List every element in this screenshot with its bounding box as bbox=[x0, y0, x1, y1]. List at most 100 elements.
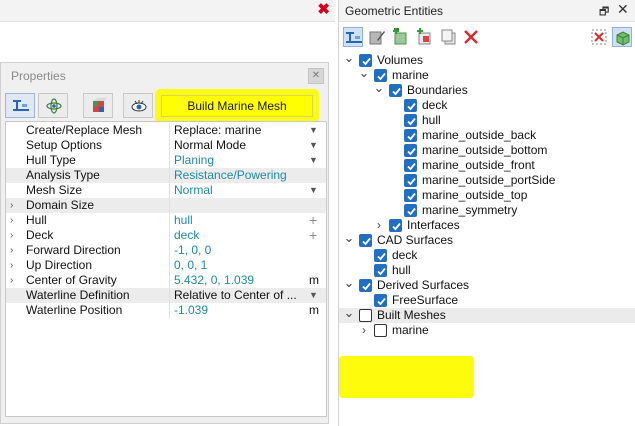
property-value[interactable]: deck bbox=[174, 228, 298, 243]
tree-item-hull[interactable]: hull bbox=[339, 113, 635, 128]
tree-item-marine-symmetry[interactable]: marine_symmetry bbox=[339, 203, 635, 218]
tab-view[interactable] bbox=[123, 93, 153, 118]
property-value[interactable]: hull bbox=[174, 213, 298, 228]
property-row-setup-options[interactable]: Setup Options Normal Mode ▼ bbox=[6, 138, 326, 153]
property-value[interactable]: Resistance/Powering bbox=[174, 168, 298, 183]
property-row-forward-direction[interactable]: › Forward Direction -1, 0, 0 bbox=[6, 243, 326, 258]
visibility-checkbox[interactable] bbox=[374, 249, 387, 262]
property-row-analysis-type[interactable]: Analysis Type Resistance/Powering bbox=[6, 168, 326, 183]
tree-item-cad-surfaces[interactable]: ⌄ CAD Surfaces bbox=[339, 231, 635, 248]
add-green-button[interactable] bbox=[391, 27, 411, 47]
dropdown-arrow-icon[interactable]: ▼ bbox=[309, 290, 318, 300]
tree-item-marine-outside-front[interactable]: marine_outside_front bbox=[339, 158, 635, 173]
visibility-checkbox[interactable] bbox=[359, 309, 372, 322]
add-red-button[interactable] bbox=[415, 27, 435, 47]
property-row-waterline-position[interactable]: Waterline Position -1.039 m bbox=[6, 303, 326, 318]
visibility-checkbox[interactable] bbox=[404, 204, 417, 217]
tree-item-volumes[interactable]: ⌄ Volumes bbox=[339, 51, 635, 68]
expand-chevron-icon[interactable]: › bbox=[10, 213, 13, 228]
collapse-chevron-icon[interactable]: ⌄ bbox=[343, 51, 355, 64]
tab-properties[interactable] bbox=[5, 93, 35, 118]
property-value[interactable]: -1, 0, 0 bbox=[174, 243, 298, 258]
visibility-checkbox[interactable] bbox=[359, 234, 372, 247]
build-marine-mesh-button[interactable]: Build Marine Mesh bbox=[161, 95, 313, 117]
property-row-hull[interactable]: › Hull hull + bbox=[6, 213, 326, 228]
visibility-checkbox[interactable] bbox=[374, 294, 387, 307]
visibility-checkbox[interactable] bbox=[404, 189, 417, 202]
visibility-checkbox[interactable] bbox=[359, 279, 372, 292]
dropdown-arrow-icon[interactable]: ▼ bbox=[309, 125, 318, 135]
property-value[interactable]: Replace: marine bbox=[174, 123, 298, 138]
copy-entity-button[interactable] bbox=[439, 27, 459, 47]
show-all-button[interactable] bbox=[612, 27, 632, 47]
expand-chevron-icon[interactable]: › bbox=[358, 323, 370, 338]
filter-tree-button[interactable] bbox=[343, 27, 363, 47]
property-row-deck[interactable]: › Deck deck + bbox=[6, 228, 326, 243]
visibility-checkbox[interactable] bbox=[404, 159, 417, 172]
tree-item-marine-outside-bottom[interactable]: marine_outside_bottom bbox=[339, 143, 635, 158]
tree-item-deck[interactable]: deck bbox=[339, 98, 635, 113]
collapse-chevron-icon[interactable]: ⌄ bbox=[343, 231, 355, 244]
tree-item-marine-outside-top[interactable]: marine_outside_top bbox=[339, 188, 635, 203]
tree-item-built-meshes[interactable]: ⌄ Built Meshes bbox=[339, 306, 635, 323]
add-plus-icon[interactable]: + bbox=[309, 228, 317, 243]
dropdown-arrow-icon[interactable]: ▼ bbox=[309, 185, 318, 195]
close-panel-icon[interactable]: ✕ bbox=[617, 1, 629, 18]
tab-mesh[interactable] bbox=[83, 93, 113, 118]
property-value[interactable] bbox=[174, 198, 298, 213]
property-row-mesh-size[interactable]: Mesh Size Normal ▼ bbox=[6, 183, 326, 198]
collapse-chevron-icon[interactable]: ⌄ bbox=[343, 306, 355, 319]
visibility-checkbox[interactable] bbox=[389, 84, 402, 97]
property-value[interactable]: Normal bbox=[174, 183, 298, 198]
delete-button[interactable] bbox=[461, 27, 481, 47]
dropdown-arrow-icon[interactable]: ▼ bbox=[309, 140, 318, 150]
property-row-center-of-gravity[interactable]: › Center of Gravity 5.432, 0, 1.039 m bbox=[6, 273, 326, 288]
tree-item-derived-surfaces[interactable]: ⌄ Derived Surfaces bbox=[339, 276, 635, 293]
property-value[interactable]: 5.432, 0, 1.039 bbox=[174, 273, 298, 288]
geometric-entities-panel: Geometric Entities 🗗 ✕ ⌄ Volumes ⌄ marin… bbox=[338, 0, 635, 426]
tree-item-deck[interactable]: deck bbox=[339, 248, 635, 263]
close-icon[interactable]: ✖ bbox=[317, 2, 330, 18]
visibility-checkbox[interactable] bbox=[404, 114, 417, 127]
property-row-domain-size[interactable]: › Domain Size bbox=[6, 198, 326, 213]
visibility-checkbox[interactable] bbox=[389, 219, 402, 232]
tree-item-boundaries[interactable]: ⌄ Boundaries bbox=[339, 81, 635, 98]
tree-item-freesurface[interactable]: FreeSurface bbox=[339, 293, 635, 308]
visibility-checkbox[interactable] bbox=[404, 144, 417, 157]
expand-chevron-icon[interactable]: › bbox=[10, 198, 13, 213]
expand-chevron-icon[interactable]: › bbox=[10, 273, 13, 288]
property-value[interactable]: -1.039 bbox=[174, 303, 298, 318]
tree-item-interfaces[interactable]: › Interfaces bbox=[339, 218, 635, 233]
visibility-checkbox[interactable] bbox=[404, 99, 417, 112]
property-row-waterline-definition[interactable]: Waterline Definition Relative to Center o… bbox=[6, 288, 326, 303]
expand-chevron-icon[interactable]: › bbox=[10, 258, 13, 273]
property-value[interactable]: Planing bbox=[174, 153, 298, 168]
visibility-checkbox[interactable] bbox=[374, 324, 387, 337]
collapse-chevron-icon[interactable]: ⌄ bbox=[343, 276, 355, 289]
expand-chevron-icon[interactable]: › bbox=[10, 228, 13, 243]
add-plus-icon[interactable]: + bbox=[309, 213, 317, 228]
property-row-up-direction[interactable]: › Up Direction 0, 0, 1 bbox=[6, 258, 326, 273]
visibility-checkbox[interactable] bbox=[374, 264, 387, 277]
property-value[interactable]: Relative to Center of ... bbox=[174, 288, 298, 303]
expand-chevron-icon[interactable]: › bbox=[10, 243, 13, 258]
tab-physics[interactable] bbox=[38, 93, 68, 118]
property-row-hull-type[interactable]: Hull Type Planing ▼ bbox=[6, 153, 326, 168]
property-value[interactable]: Normal Mode bbox=[174, 138, 298, 153]
expand-chevron-icon[interactable]: › bbox=[373, 218, 385, 233]
collapse-chevron-icon[interactable]: ⌄ bbox=[373, 81, 385, 94]
dropdown-arrow-icon[interactable]: ▼ bbox=[309, 155, 318, 165]
deselect-button[interactable] bbox=[589, 27, 609, 47]
tree-item-marine[interactable]: › marine bbox=[339, 323, 635, 338]
property-row-create-replace-mesh[interactable]: Create/Replace Mesh Replace: marine ▼ bbox=[6, 123, 326, 138]
property-value[interactable]: 0, 0, 1 bbox=[174, 258, 298, 273]
collapse-chevron-icon[interactable]: ⌄ bbox=[358, 66, 370, 79]
tree-item-marine-outside-back[interactable]: marine_outside_back bbox=[339, 128, 635, 143]
float-window-icon[interactable]: 🗗 bbox=[599, 3, 609, 22]
tree-item-hull[interactable]: hull bbox=[339, 263, 635, 278]
visibility-checkbox[interactable] bbox=[404, 174, 417, 187]
visibility-checkbox[interactable] bbox=[404, 129, 417, 142]
edit-entity-button[interactable] bbox=[367, 27, 387, 47]
tree-item-marine-outside-portside[interactable]: marine_outside_portSide bbox=[339, 173, 635, 188]
properties-close-button[interactable]: ✕ bbox=[308, 68, 324, 84]
